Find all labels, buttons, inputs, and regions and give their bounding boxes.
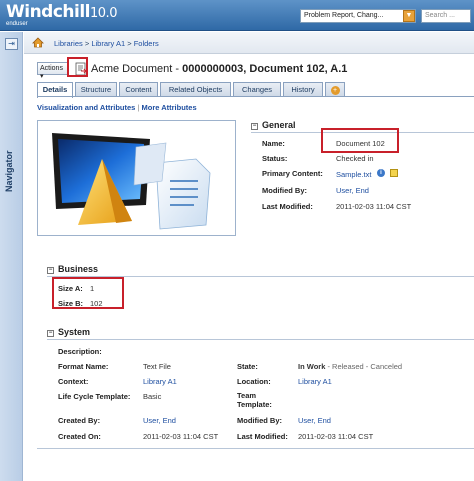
last-modified-label: Last Modified: — [237, 432, 288, 441]
description-label: Description: — [58, 347, 102, 356]
business-highlight — [52, 277, 124, 309]
created-on-value: 2011-02-03 11:04 CST — [143, 432, 219, 441]
created-on-label: Created On: — [58, 432, 101, 441]
primary-content-link[interactable]: Sample.txt — [336, 170, 371, 179]
format-name-value: Text File — [143, 362, 171, 371]
breadcrumb-bar: Libraries > Library A1 > Folders — [24, 32, 474, 54]
breadcrumb-item-folders[interactable]: Folders — [134, 39, 159, 48]
primary-content-label: Primary Content: — [262, 169, 323, 178]
last-modified-label: Last Modified: — [262, 202, 313, 211]
add-tab-icon: + — [330, 86, 340, 95]
tab-history[interactable]: History — [283, 82, 323, 97]
link-visualization-attributes[interactable]: Visualization and Attributes — [37, 103, 135, 112]
actions-menu-button[interactable]: Actions ▾ — [37, 62, 69, 80]
collapse-icon[interactable]: − — [47, 330, 54, 337]
search-input[interactable]: Search ... — [421, 9, 471, 23]
system-section-title[interactable]: − System — [47, 327, 90, 337]
status-label: Status: — [262, 154, 288, 163]
context-link[interactable]: Library A1 — [143, 377, 177, 386]
created-by-label: Created By: — [58, 416, 101, 425]
attribute-subnav: Visualization and Attributes | More Attr… — [37, 103, 197, 112]
location-label: Location: — [237, 377, 271, 386]
tab-related-objects[interactable]: Related Objects — [160, 82, 231, 97]
app-logo[interactable]: Windchill10.0 — [6, 2, 117, 22]
business-section-title[interactable]: − Business — [47, 264, 98, 274]
tab-content[interactable]: Content — [119, 82, 158, 97]
checkout-highlight — [67, 57, 88, 77]
search-type-select[interactable]: Problem Report, Chang... — [300, 9, 416, 23]
info-icon[interactable]: i — [377, 169, 385, 177]
collapse-icon[interactable]: − — [251, 123, 258, 130]
modified-by-label: Modified By: — [262, 186, 307, 195]
home-icon[interactable] — [32, 37, 44, 48]
tab-changes[interactable]: Changes — [233, 82, 281, 97]
breadcrumb-item-library[interactable]: Library A1 — [91, 39, 125, 48]
last-modified-value: 2011-02-03 11:04 CST — [298, 432, 374, 441]
general-section-title[interactable]: − General — [251, 120, 296, 130]
lifecycle-template-value: Basic — [143, 392, 162, 401]
document-thumbnail[interactable] — [38, 121, 235, 235]
location-link[interactable]: Library A1 — [298, 377, 332, 386]
modified-by-link[interactable]: User, End — [298, 416, 331, 425]
user-name: enduser — [6, 21, 28, 27]
breadcrumb-item-libraries[interactable]: Libraries — [54, 39, 83, 48]
navigator-panel[interactable]: Navigator — [0, 32, 23, 481]
team-template-label: Team Template: — [237, 391, 272, 409]
modified-by-label: Modified By: — [237, 416, 282, 425]
notes-icon[interactable] — [390, 169, 398, 177]
collapse-icon[interactable]: − — [47, 267, 54, 274]
last-modified-value: 2011-02-03 11:04 CST — [336, 202, 412, 211]
state-label: State: — [237, 362, 258, 371]
breadcrumb-separator: > — [127, 39, 132, 48]
system-divider — [47, 339, 474, 340]
lifecycle-template-label: Life Cycle Template: — [58, 392, 131, 401]
name-highlight — [321, 128, 399, 153]
bottom-divider — [37, 448, 474, 449]
context-label: Context: — [58, 377, 89, 386]
status-value: Checked in — [336, 154, 374, 163]
add-tab-button[interactable]: + — [325, 82, 345, 97]
state-value: In Work - Released - Canceled — [298, 362, 403, 371]
chevron-down-icon[interactable]: ▼ — [403, 10, 415, 22]
format-name-label: Format Name: — [58, 362, 109, 371]
subnav-separator: | — [137, 103, 140, 112]
breadcrumb: Libraries > Library A1 > Folders — [54, 39, 159, 48]
navigator-label: Navigator — [4, 150, 14, 192]
link-more-attributes[interactable]: More Attributes — [142, 103, 197, 112]
expand-navigator-icon[interactable]: ⇥ — [5, 38, 18, 50]
tab-underline — [37, 96, 474, 97]
created-by-link[interactable]: User, End — [143, 416, 176, 425]
modified-by-link[interactable]: User, End — [336, 186, 369, 195]
breadcrumb-separator: > — [84, 39, 90, 48]
app-header: Windchill10.0 enduser Problem Report, Ch… — [0, 0, 474, 31]
page-title: Acme Document - 0000000003, Document 102… — [91, 63, 348, 75]
name-label: Name: — [262, 139, 285, 148]
tab-structure[interactable]: Structure — [75, 82, 117, 97]
visualization-panel — [37, 120, 236, 236]
